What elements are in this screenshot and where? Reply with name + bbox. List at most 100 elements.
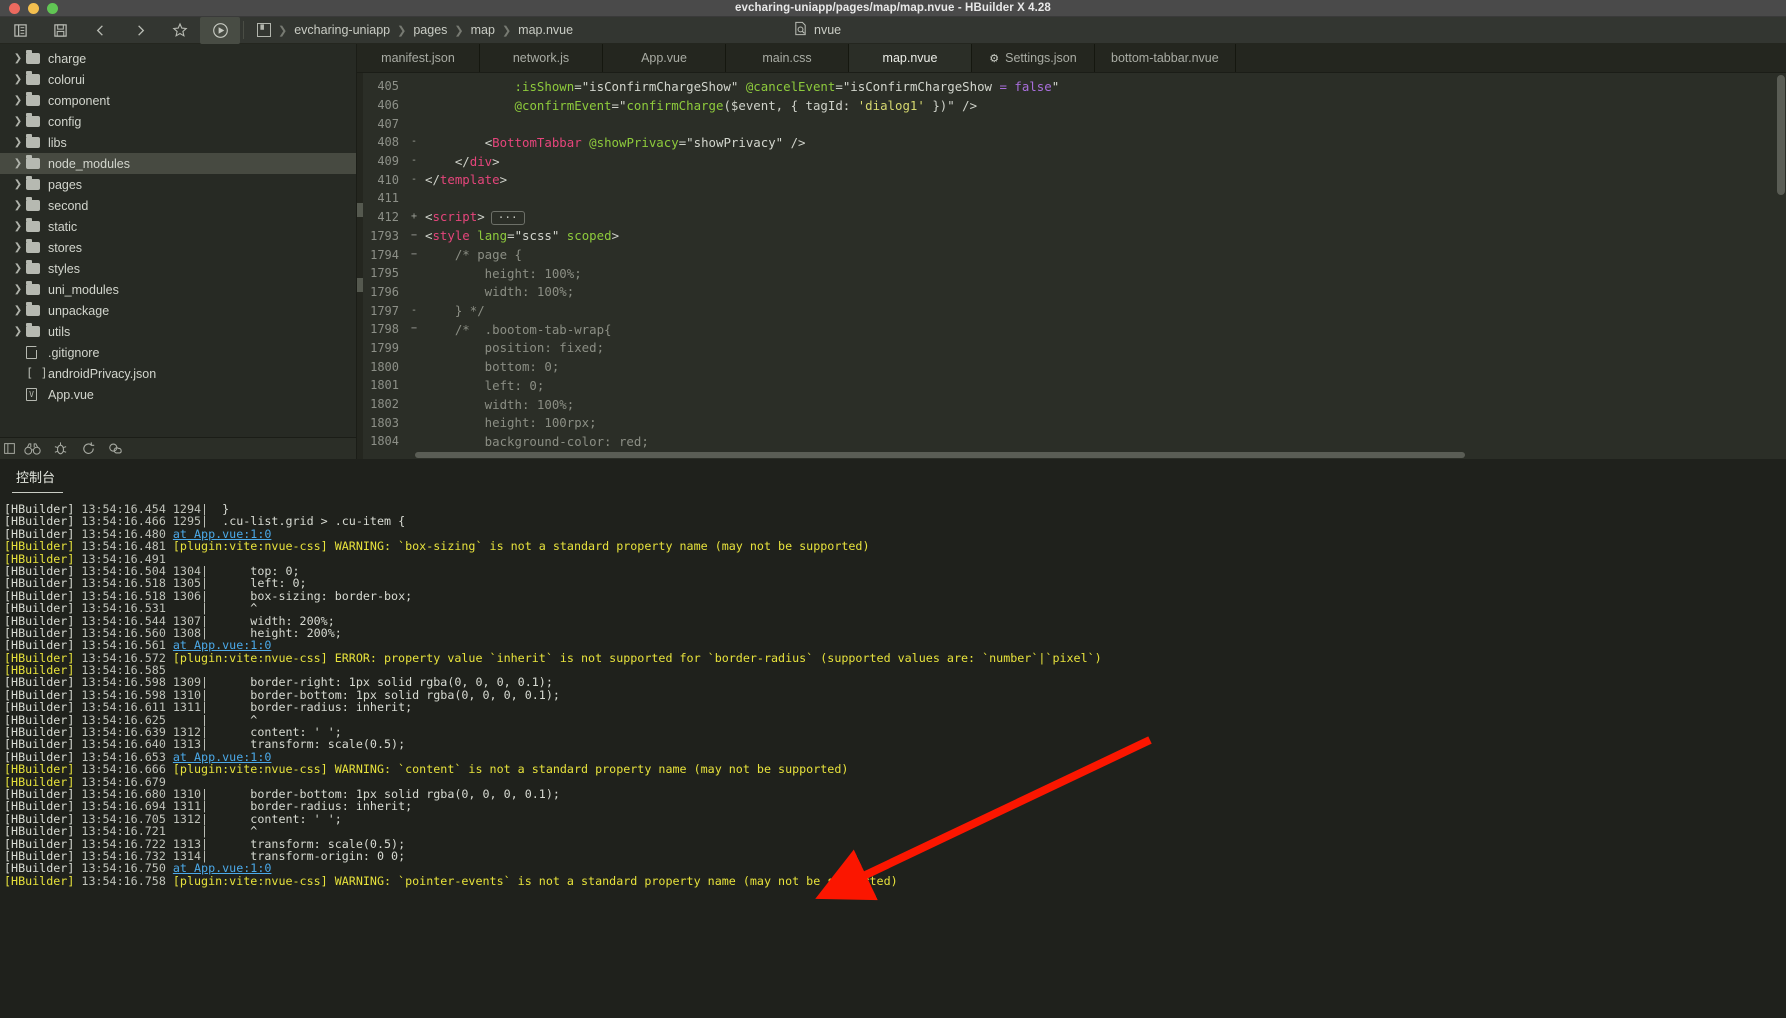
bug-icon[interactable] [46, 438, 74, 460]
breadcrumb-item-2[interactable]: map [471, 23, 495, 37]
fold-toggle-icon[interactable]: - [407, 174, 421, 185]
fold-toggle-icon[interactable]: − [407, 230, 421, 241]
folder-icon [26, 260, 48, 274]
tree-item-pages[interactable]: ❯ pages [0, 174, 356, 195]
editor-tab-label: network.js [512, 51, 570, 65]
editor-tab-settings.json[interactable]: ⚙ Settings.json [972, 44, 1095, 72]
tree-item-androidprivacy.json[interactable]: [ ] androidPrivacy.json [0, 363, 356, 384]
editor-vertical-scrollbar[interactable] [1776, 73, 1786, 459]
sidebar-footer[interactable] [0, 437, 356, 459]
line-number: 406 [377, 98, 399, 113]
fold-toggle-icon[interactable]: − [407, 249, 421, 260]
file-type-indicator[interactable]: nvue [793, 21, 841, 39]
code-text: </div> [421, 154, 500, 169]
tree-item-uni_modules[interactable]: ❯ uni_modules [0, 279, 356, 300]
cloud-icon[interactable] [102, 438, 130, 460]
editor-tabbar[interactable]: manifest.json network.js App.vue main.css ma… [357, 44, 1786, 73]
panel-toggle-icon[interactable] [0, 17, 40, 44]
scrollbar-thumb[interactable] [415, 452, 1465, 458]
fold-toggle-icon[interactable]: + [407, 212, 421, 222]
code-token: width: 100%; [425, 284, 575, 300]
fold-toggle-icon[interactable]: - [407, 305, 421, 316]
outline-icon[interactable] [0, 438, 18, 460]
console-tab[interactable]: 控制台 [12, 467, 64, 493]
project-sidebar[interactable]: ❯ charge ❯ colorui ❯ component ❯ config ❯ libs ❯ no… [0, 44, 357, 459]
chevron-right-icon[interactable]: ❯ [10, 53, 26, 64]
editor-horizontal-scrollbar[interactable] [357, 451, 1786, 459]
editor-tab-network.js[interactable]: network.js [480, 44, 603, 72]
tree-item-stores[interactable]: ❯ stores [0, 237, 356, 258]
editor-tab-app.vue[interactable]: App.vue [603, 44, 726, 72]
tree-item-libs[interactable]: ❯ libs [0, 132, 356, 153]
chevron-right-icon[interactable]: ❯ [10, 326, 26, 337]
save-icon[interactable] [40, 17, 80, 44]
code-token: scoped [566, 228, 612, 244]
folder-icon [26, 197, 48, 211]
tree-item-.gitignore[interactable]: .gitignore [0, 342, 356, 363]
chevron-right-icon[interactable]: ❯ [10, 95, 26, 106]
chevron-right-icon[interactable]: ❯ [10, 284, 26, 295]
editor-tab-manifest.json[interactable]: manifest.json [357, 44, 480, 72]
breadcrumb-item-1[interactable]: pages [413, 23, 447, 37]
tree-item-label: libs [48, 135, 67, 150]
star-icon[interactable] [160, 17, 200, 44]
back-icon[interactable] [80, 17, 120, 44]
tree-item-label: unpackage [48, 303, 110, 318]
tree-item-colorui[interactable]: ❯ colorui [0, 69, 356, 90]
console-output[interactable]: [HBuilder] 13:54:16.454 1294| } [HBuilder… [0, 493, 1786, 887]
breadcrumb-item-3[interactable]: map.nvue [518, 23, 573, 37]
chevron-right-icon[interactable]: ❯ [10, 200, 26, 211]
tree-item-second[interactable]: ❯ second [0, 195, 356, 216]
tree-item-static[interactable]: ❯ static [0, 216, 356, 237]
code-token: = [835, 78, 843, 94]
chevron-right-icon[interactable]: ❯ [10, 116, 26, 127]
code-token: = false [999, 78, 1052, 94]
chevron-right-icon[interactable]: ❯ [10, 242, 26, 253]
chevron-right-icon[interactable]: ❯ [10, 263, 26, 274]
tree-item-unpackage[interactable]: ❯ unpackage [0, 300, 356, 321]
refresh-icon[interactable] [74, 438, 102, 460]
line-number: 1797 [370, 303, 399, 318]
tree-item-component[interactable]: ❯ component [0, 90, 356, 111]
editor-tab-label: App.vue [641, 51, 687, 65]
scrollbar-thumb[interactable] [1777, 75, 1785, 195]
chevron-right-icon[interactable]: ❯ [10, 74, 26, 85]
editor-tab-bottom-tabbar.nvue[interactable]: bottom-tabbar.nvue [1095, 44, 1236, 72]
tree-item-styles[interactable]: ❯ styles [0, 258, 356, 279]
chevron-right-icon[interactable]: ❯ [10, 305, 26, 316]
editor-tab-label: main.css [762, 51, 812, 65]
console-segment: 13:54:16.758 [74, 873, 173, 888]
chevron-right-icon[interactable]: ❯ [10, 221, 26, 232]
code-text: </template> [421, 172, 507, 187]
file-tree[interactable]: ❯ charge ❯ colorui ❯ component ❯ config ❯ libs ❯ no… [0, 44, 356, 405]
binoculars-icon[interactable] [18, 438, 46, 460]
tree-item-node_modules[interactable]: ❯ node_modules [0, 153, 356, 174]
tree-item-config[interactable]: ❯ config [0, 111, 356, 132]
fold-toggle-icon[interactable]: − [407, 324, 421, 334]
editor-tab-main.css[interactable]: main.css [726, 44, 849, 72]
tree-item-app.vue[interactable]: V App.vue [0, 384, 356, 405]
chevron-right-icon[interactable]: ❯ [10, 137, 26, 148]
collapsed-block-icon[interactable]: ··· [490, 210, 525, 225]
code-text: /* .bootom-tab-wrap{ [421, 322, 612, 337]
code-editor[interactable]: 405 :isShown="isConfirmChargeShow" @canc… [357, 73, 1786, 459]
forward-icon[interactable] [120, 17, 160, 44]
tree-item-utils[interactable]: ❯ utils [0, 321, 356, 342]
fold-toggle-icon[interactable]: - [407, 156, 421, 166]
tree-item-charge[interactable]: ❯ charge [0, 48, 356, 69]
run-icon[interactable] [200, 16, 240, 44]
breadcrumb-item-0[interactable]: evcharing-uniapp [294, 23, 390, 37]
folder-icon [26, 176, 48, 190]
breadcrumb[interactable]: ▘ ❯ evcharing-uniapp ❯ pages ❯ map ❯ map… [247, 23, 573, 37]
line-number: 409 [377, 154, 399, 169]
fold-toggle-icon[interactable]: - [407, 137, 421, 147]
code-text: height: 100rpx; [421, 415, 597, 430]
code-line: 410- </template> [357, 170, 1786, 189]
chevron-right-icon[interactable]: ❯ [10, 179, 26, 190]
chevron-right-icon[interactable]: ❯ [10, 158, 26, 169]
tree-item-label: utils [48, 324, 71, 339]
tree-item-label: .gitignore [48, 345, 100, 360]
code-line: 1802 width: 100%; [357, 395, 1786, 414]
editor-tab-map.nvue[interactable]: map.nvue [849, 44, 972, 72]
